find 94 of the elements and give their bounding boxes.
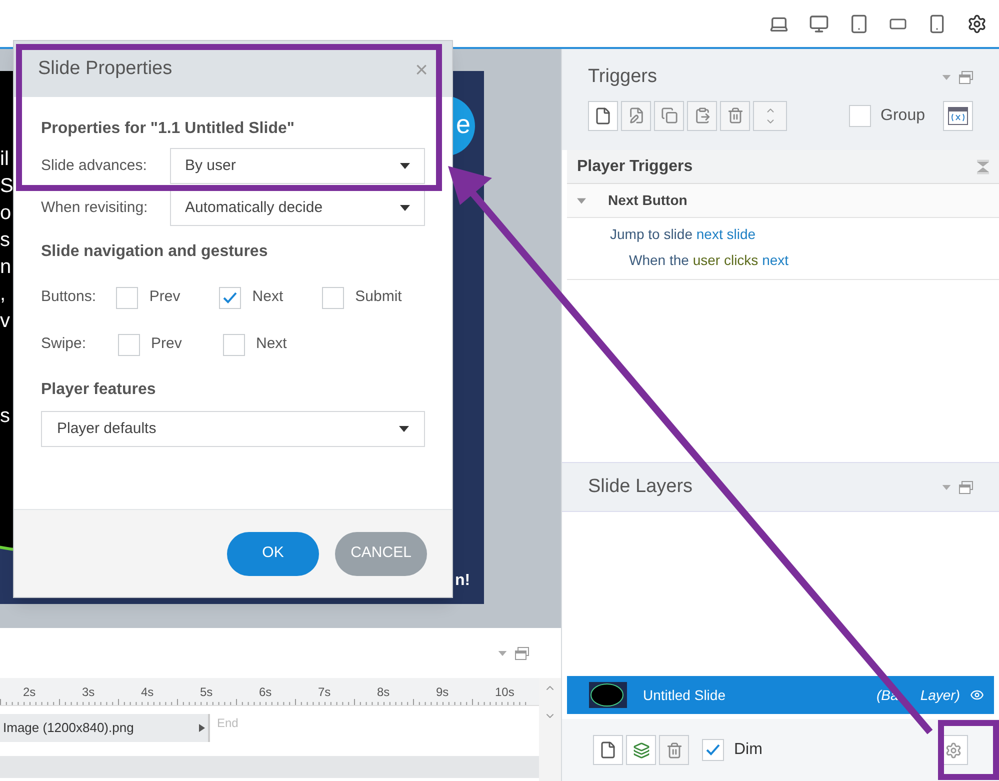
- section-heading: Slide navigation and gestures: [41, 242, 269, 262]
- checkbox-label: Prev: [149, 287, 180, 308]
- slide-text: n!: [455, 571, 470, 591]
- caret-icon: [400, 205, 410, 211]
- slide-text: il: [0, 149, 9, 169]
- toolbar-button[interactable]: [720, 100, 750, 130]
- checkbox-label: Prev: [151, 334, 182, 354]
- timeline-layer-row[interactable]: Image (1200x840).png: [0, 714, 208, 742]
- tablet-icon[interactable]: [849, 14, 869, 34]
- checkbox-label: Next: [252, 287, 284, 308]
- slide-text: e: [456, 111, 470, 137]
- eye-icon[interactable]: [970, 688, 984, 702]
- variables-button[interactable]: [943, 100, 973, 130]
- tick-label: 7s: [318, 684, 331, 701]
- toolbar-button[interactable]: [621, 100, 651, 130]
- layer-note: Layer): [920, 686, 960, 705]
- section-title: Player Triggers: [577, 156, 693, 176]
- tick-label: 4s: [141, 684, 154, 701]
- checkbox[interactable]: [116, 286, 138, 308]
- vertical-scrollbar[interactable]: [539, 678, 561, 781]
- edit-icon: [628, 107, 644, 124]
- field-label: Slide advances:: [41, 156, 148, 176]
- toolbar-button[interactable]: [659, 735, 689, 765]
- slide-text: s: [0, 406, 10, 426]
- check-icon: [223, 292, 238, 304]
- tick-label: 2s: [23, 684, 36, 701]
- new-layer-button[interactable]: [593, 735, 623, 765]
- panel-title: Triggers: [588, 65, 657, 89]
- tick-label: 8s: [377, 684, 390, 701]
- dropdown[interactable]: Player defaults: [41, 411, 425, 447]
- checkbox[interactable]: [702, 739, 724, 761]
- annotation-highlight: [938, 720, 999, 780]
- caret-icon: [942, 74, 951, 80]
- dialog-heading: Properties for "1.1 Untitled Slide": [41, 119, 296, 139]
- page-icon: [599, 741, 617, 759]
- expand-arrow-icon[interactable]: [199, 724, 205, 732]
- variable-icon: [948, 106, 968, 124]
- check-icon: [706, 744, 720, 756]
- layer-name: Untitled Slide: [643, 686, 726, 704]
- slide-text: ,: [0, 284, 6, 304]
- checkbox-label: Next: [256, 334, 287, 354]
- slide-text: o: [0, 203, 12, 223]
- toolbar-button[interactable]: [654, 100, 684, 130]
- row-label: Buttons:: [41, 287, 98, 308]
- slide-text: s: [0, 230, 10, 250]
- checkbox[interactable]: [322, 286, 344, 308]
- horizontal-scrollbar[interactable]: [0, 756, 539, 778]
- trash-icon: [726, 107, 744, 124]
- checkbox-label: Submit: [355, 287, 402, 308]
- tick-label: 5s: [200, 684, 213, 701]
- slide-text: v: [0, 311, 10, 331]
- field-label: When revisiting:: [41, 198, 149, 218]
- checkbox[interactable]: [848, 104, 871, 126]
- group-label: Group: [880, 106, 925, 126]
- slide-text: n: [0, 257, 12, 277]
- slide-text: S: [0, 176, 14, 196]
- toolbar-button[interactable]: [687, 100, 717, 130]
- restore-icon[interactable]: [515, 646, 529, 660]
- checkbox[interactable]: [219, 286, 242, 308]
- row-label: Swipe:: [41, 334, 88, 354]
- caret-icon: [942, 484, 951, 490]
- section-heading: Player features: [41, 380, 157, 400]
- trash-icon: [666, 742, 682, 758]
- dropdown[interactable]: Automatically decide: [170, 190, 425, 226]
- panel-title: Slide Layers: [588, 474, 693, 499]
- restore-icon[interactable]: [959, 70, 973, 84]
- monitor-icon[interactable]: [809, 14, 829, 34]
- trigger-action[interactable]: Jump to slide next slide: [567, 224, 999, 245]
- dropdown[interactable]: By user: [170, 148, 425, 184]
- caret-icon: [577, 198, 586, 204]
- tick-label: 9s: [436, 684, 449, 701]
- checkbox[interactable]: [223, 334, 245, 356]
- caret-icon: [399, 426, 409, 432]
- settings-icon: [944, 742, 962, 758]
- trigger-condition[interactable]: When the user clicks next: [567, 250, 999, 271]
- layers-icon: [632, 742, 650, 758]
- trigger-group-row[interactable]: Next Button: [567, 184, 999, 218]
- dim-label: Dim: [734, 740, 762, 760]
- tick-label: 6s: [259, 684, 272, 701]
- caret-icon: [498, 650, 507, 656]
- caret-icon: [400, 163, 410, 169]
- page-icon: [594, 106, 612, 124]
- tick-label: 3s: [82, 684, 95, 701]
- collapse-all-icon[interactable]: [977, 160, 989, 174]
- dialog-title: Slide Properties: [38, 56, 172, 81]
- duplicate-layer-button[interactable]: [626, 735, 656, 765]
- new-trigger-button[interactable]: [588, 100, 618, 130]
- checkbox[interactable]: [118, 334, 140, 356]
- ok-button[interactable]: OK: [227, 532, 319, 576]
- restore-icon[interactable]: [959, 480, 973, 494]
- tick-label: 10s: [495, 684, 514, 701]
- paste-icon: [694, 107, 710, 124]
- settings-icon[interactable]: [967, 14, 987, 34]
- copy-icon: [660, 107, 678, 124]
